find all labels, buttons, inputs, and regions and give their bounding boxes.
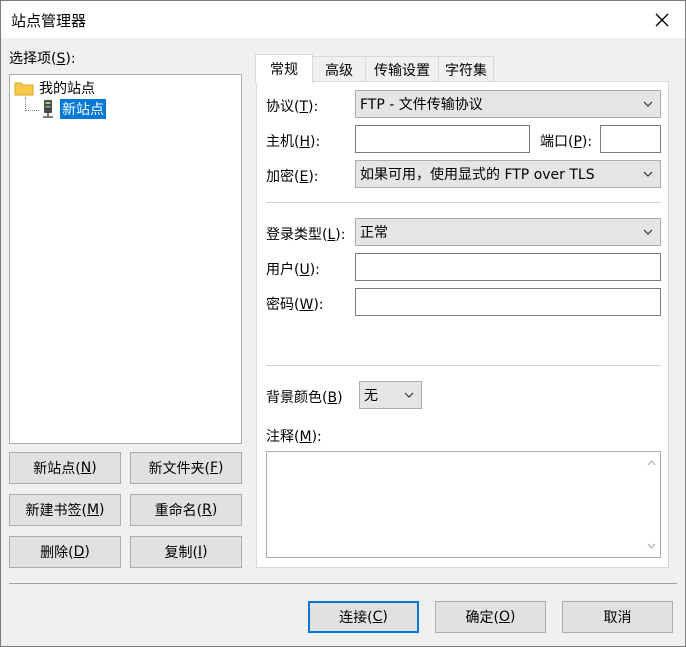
- close-button[interactable]: [639, 1, 685, 38]
- chevron-down-icon: [643, 171, 653, 177]
- host-input[interactable]: [355, 125, 530, 153]
- protocol-value: FTP - 文件传输协议: [360, 97, 483, 113]
- scroll-down-icon[interactable]: [647, 543, 656, 549]
- delete-button[interactable]: 删除(D): [9, 536, 121, 568]
- select-entry-label: 选择项(S):: [9, 51, 76, 67]
- chevron-down-icon: [404, 392, 414, 398]
- connect-button[interactable]: 连接(C): [308, 601, 419, 633]
- tree-item-new-site[interactable]: 新站点: [40, 99, 106, 119]
- notes-textarea[interactable]: [266, 451, 661, 558]
- tab-transfer-settings[interactable]: 传输设置: [365, 56, 439, 82]
- password-label: 密码(W):: [266, 297, 324, 313]
- logon-type-select[interactable]: 正常: [355, 218, 661, 246]
- new-bookmark-button[interactable]: 新建书签(M): [9, 494, 121, 526]
- rename-button[interactable]: 重命名(R): [130, 494, 242, 526]
- user-label: 用户(U):: [266, 262, 320, 278]
- footer-separator: [9, 583, 677, 584]
- server-icon: [43, 100, 53, 118]
- port-label: 端口(P):: [540, 134, 593, 150]
- tree-item-my-sites[interactable]: 我的站点: [14, 78, 95, 98]
- chevron-down-icon: [643, 229, 653, 235]
- new-site-button[interactable]: 新站点(N): [9, 452, 121, 484]
- site-tree[interactable]: 我的站点 新站点: [9, 74, 242, 444]
- encryption-label: 加密(E):: [266, 169, 319, 185]
- close-icon: [655, 13, 669, 26]
- background-color-select[interactable]: 无: [359, 381, 422, 409]
- scroll-up-icon[interactable]: [647, 460, 656, 466]
- notes-label: 注释(M):: [266, 429, 322, 445]
- folder-icon: [14, 82, 34, 96]
- background-color-value: 无: [364, 388, 378, 404]
- host-label: 主机(H):: [266, 134, 321, 150]
- protocol-select[interactable]: FTP - 文件传输协议: [355, 90, 661, 118]
- title-bar: 站点管理器: [1, 1, 685, 38]
- protocol-label: 协议(T):: [266, 99, 319, 115]
- copy-button[interactable]: 复制(I): [130, 536, 242, 568]
- ok-button[interactable]: 确定(O): [435, 601, 546, 633]
- chevron-down-icon: [643, 101, 653, 107]
- encryption-select[interactable]: 如果可用，使用显式的 FTP over TLS: [355, 160, 661, 188]
- new-folder-button[interactable]: 新文件夹(F): [130, 452, 242, 484]
- tree-item-label: 我的站点: [39, 81, 95, 97]
- tree-connector: [25, 97, 39, 111]
- user-input[interactable]: [355, 253, 661, 281]
- separator: [266, 365, 661, 366]
- cancel-button[interactable]: 取消: [562, 601, 673, 633]
- tree-item-label-selected: 新站点: [60, 99, 106, 119]
- tab-charset[interactable]: 字符集: [438, 56, 494, 82]
- tab-advanced[interactable]: 高级: [312, 56, 366, 82]
- notes-scrollbar[interactable]: [643, 452, 660, 557]
- port-input[interactable]: [600, 125, 661, 153]
- site-manager-dialog: 站点管理器 选择项(S): 我的站点 新站点 新站点(N) 新文件夹(F)…: [0, 0, 686, 647]
- logon-type-value: 正常: [360, 225, 388, 241]
- logon-type-label: 登录类型(L):: [266, 227, 346, 243]
- password-input[interactable]: [355, 288, 661, 316]
- background-color-label: 背景颜色(B): [266, 390, 343, 406]
- encryption-value: 如果可用，使用显式的 FTP over TLS: [360, 167, 595, 183]
- window-title: 站点管理器: [11, 12, 87, 30]
- separator: [266, 202, 661, 203]
- tab-general[interactable]: 常规: [255, 54, 313, 83]
